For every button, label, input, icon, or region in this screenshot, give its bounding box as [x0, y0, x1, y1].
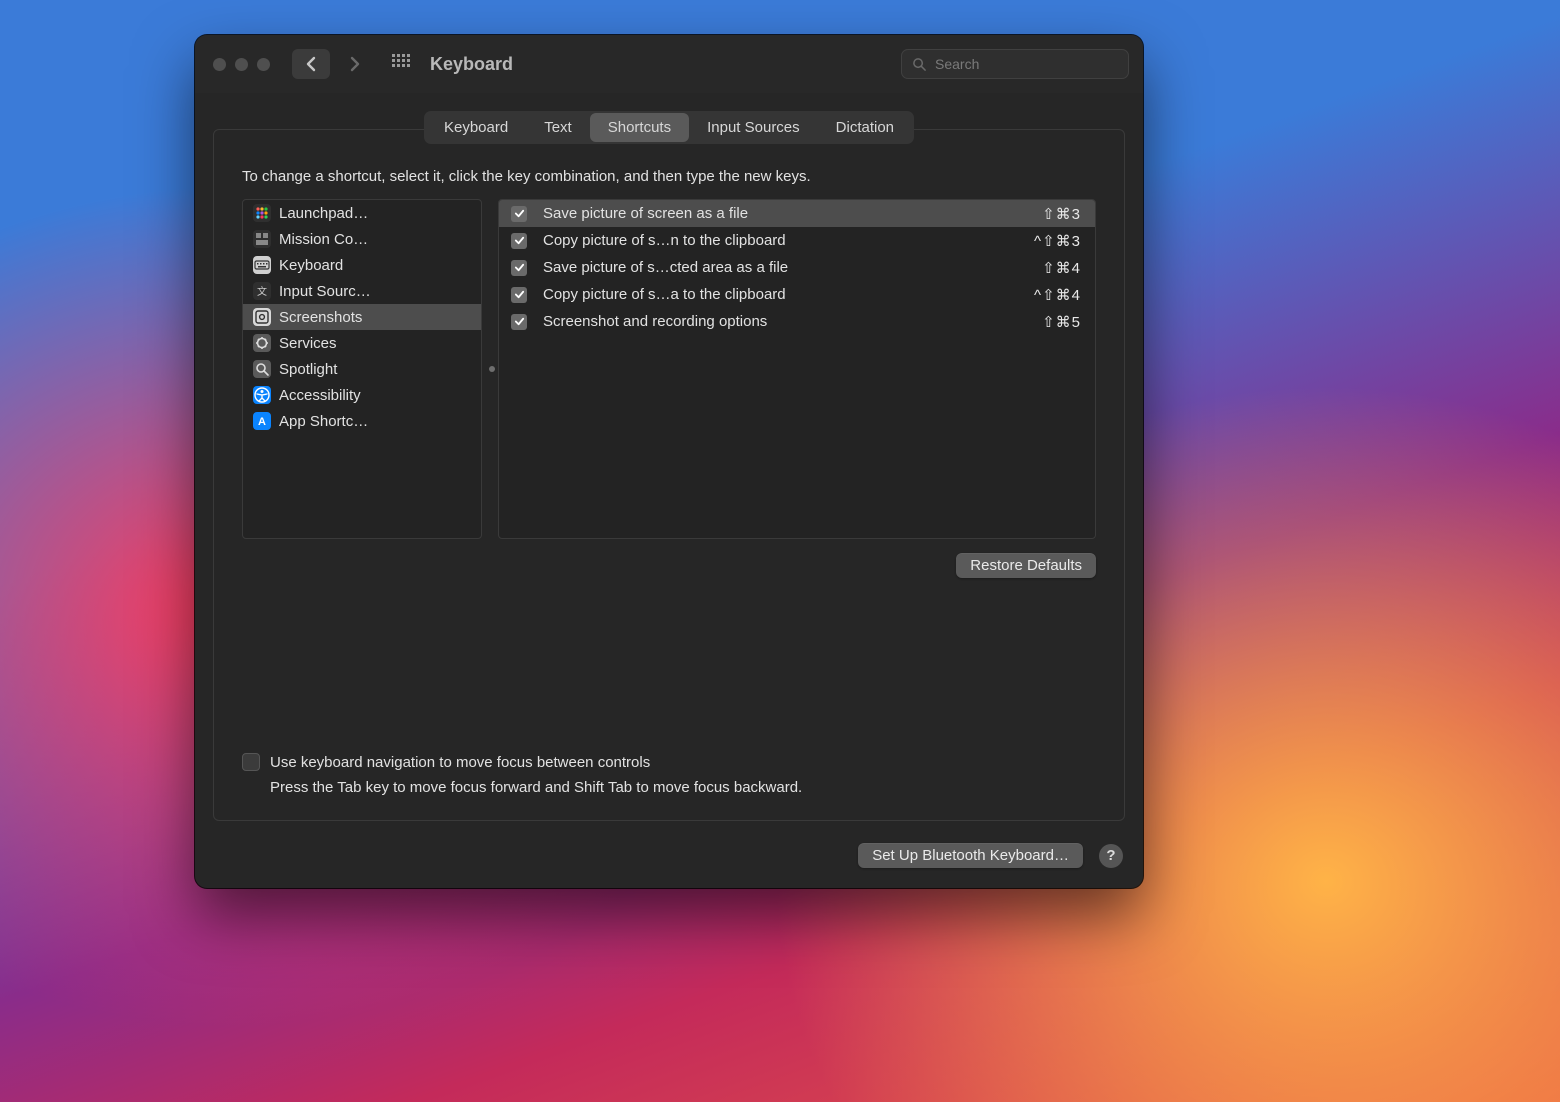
- keyboard-icon: [253, 256, 271, 274]
- svg-text:文: 文: [257, 285, 267, 298]
- tab-dictation[interactable]: Dictation: [818, 113, 912, 142]
- category-label: Keyboard: [279, 257, 343, 274]
- titlebar: Keyboard: [195, 35, 1143, 93]
- shortcut-row[interactable]: Screenshot and recording options ⇧⌘5: [499, 308, 1095, 335]
- shortcut-keys[interactable]: ⇧⌘4: [1042, 259, 1081, 277]
- footer: Set Up Bluetooth Keyboard… ?: [195, 843, 1143, 888]
- window-title: Keyboard: [430, 54, 513, 75]
- category-label: App Shortc…: [279, 413, 368, 430]
- screenshots-icon: [253, 308, 271, 326]
- shortcut-label: Screenshot and recording options: [543, 313, 1026, 330]
- app-shortcuts-icon: A: [253, 412, 271, 430]
- category-screenshots[interactable]: Screenshots: [243, 304, 481, 330]
- minimize-button[interactable]: [235, 58, 248, 71]
- search-field-container: [901, 49, 1129, 79]
- close-button[interactable]: [213, 58, 226, 71]
- category-services[interactable]: Services: [243, 330, 481, 356]
- restore-defaults-button[interactable]: Restore Defaults: [956, 553, 1096, 578]
- shortcut-label: Save picture of screen as a file: [543, 205, 1026, 222]
- shortcut-label: Save picture of s…cted area as a file: [543, 259, 1026, 276]
- svg-text:A: A: [258, 416, 266, 428]
- category-label: Launchpad…: [279, 205, 368, 222]
- shortcut-checkbox[interactable]: [511, 287, 527, 303]
- content-area: KeyboardTextShortcutsInput SourcesDictat…: [195, 93, 1143, 843]
- shortcut-row[interactable]: Copy picture of s…n to the clipboard ^⇧⌘3: [499, 227, 1095, 254]
- zoom-button[interactable]: [257, 58, 270, 71]
- shortcut-list[interactable]: Save picture of screen as a file ⇧⌘3 Copy …: [498, 199, 1096, 539]
- shortcut-keys[interactable]: ⇧⌘5: [1042, 313, 1081, 331]
- shortcuts-panel: To change a shortcut, select it, click t…: [213, 129, 1125, 821]
- navigation-buttons: [292, 49, 374, 79]
- help-button[interactable]: ?: [1099, 844, 1123, 868]
- search-input[interactable]: [935, 56, 1118, 72]
- spotlight-icon: [253, 360, 271, 378]
- column-resize-handle[interactable]: [489, 366, 495, 372]
- category-label: Mission Co…: [279, 231, 368, 248]
- category-label: Spotlight: [279, 361, 337, 378]
- shortcut-checkbox[interactable]: [511, 260, 527, 276]
- category-keyboard[interactable]: Keyboard: [243, 252, 481, 278]
- columns: Launchpad… Mission Co… Keyboard 文 Input Sour…: [242, 199, 1096, 539]
- services-icon: [253, 334, 271, 352]
- tab-keyboard[interactable]: Keyboard: [426, 113, 526, 142]
- category-accessibility[interactable]: Accessibility: [243, 382, 481, 408]
- back-button[interactable]: [292, 49, 330, 79]
- shortcut-checkbox[interactable]: [511, 206, 527, 222]
- category-spotlight[interactable]: Spotlight: [243, 356, 481, 382]
- tab-text[interactable]: Text: [526, 113, 590, 142]
- keyboard-navigation-hint: Press the Tab key to move focus forward …: [270, 779, 1096, 796]
- tab-shortcuts[interactable]: Shortcuts: [590, 113, 689, 142]
- category-label: Input Sourc…: [279, 283, 371, 300]
- category-input-sources[interactable]: 文 Input Sourc…: [243, 278, 481, 304]
- search-icon: [912, 57, 927, 72]
- shortcut-keys[interactable]: ^⇧⌘4: [1034, 286, 1081, 304]
- category-app-shortcuts[interactable]: A App Shortc…: [243, 408, 481, 434]
- instruction-text: To change a shortcut, select it, click t…: [242, 168, 1096, 185]
- chevron-left-icon: [305, 56, 317, 72]
- chevron-right-icon: [349, 56, 361, 72]
- keyboard-navigation-label: Use keyboard navigation to move focus be…: [270, 754, 650, 771]
- category-mission-control[interactable]: Mission Co…: [243, 226, 481, 252]
- shortcut-keys[interactable]: ⇧⌘3: [1042, 205, 1081, 223]
- tab-bar: KeyboardTextShortcutsInput SourcesDictat…: [424, 111, 914, 144]
- category-launchpad[interactable]: Launchpad…: [243, 200, 481, 226]
- bluetooth-keyboard-button[interactable]: Set Up Bluetooth Keyboard…: [858, 843, 1083, 868]
- tab-input-sources[interactable]: Input Sources: [689, 113, 818, 142]
- keyboard-navigation-section: Use keyboard navigation to move focus be…: [242, 753, 1096, 796]
- category-label: Screenshots: [279, 309, 362, 326]
- shortcut-keys[interactable]: ^⇧⌘3: [1034, 232, 1081, 250]
- shortcut-label: Copy picture of s…a to the clipboard: [543, 286, 1018, 303]
- forward-button[interactable]: [336, 49, 374, 79]
- launchpad-icon: [253, 204, 271, 222]
- window-controls: [213, 58, 270, 71]
- category-label: Services: [279, 335, 337, 352]
- show-all-button[interactable]: [392, 54, 412, 74]
- mission-control-icon: [253, 230, 271, 248]
- category-list[interactable]: Launchpad… Mission Co… Keyboard 文 Input Sour…: [242, 199, 482, 539]
- category-label: Accessibility: [279, 387, 361, 404]
- shortcut-row[interactable]: Save picture of screen as a file ⇧⌘3: [499, 200, 1095, 227]
- shortcut-row[interactable]: Save picture of s…cted area as a file ⇧⌘4: [499, 254, 1095, 281]
- system-preferences-window: Keyboard KeyboardTextShortcutsInput Sour…: [195, 35, 1143, 888]
- input-sources-icon: 文: [253, 282, 271, 300]
- keyboard-navigation-checkbox[interactable]: [242, 753, 260, 771]
- shortcut-checkbox[interactable]: [511, 314, 527, 330]
- shortcut-label: Copy picture of s…n to the clipboard: [543, 232, 1018, 249]
- shortcut-row[interactable]: Copy picture of s…a to the clipboard ^⇧⌘4: [499, 281, 1095, 308]
- accessibility-icon: [253, 386, 271, 404]
- shortcut-checkbox[interactable]: [511, 233, 527, 249]
